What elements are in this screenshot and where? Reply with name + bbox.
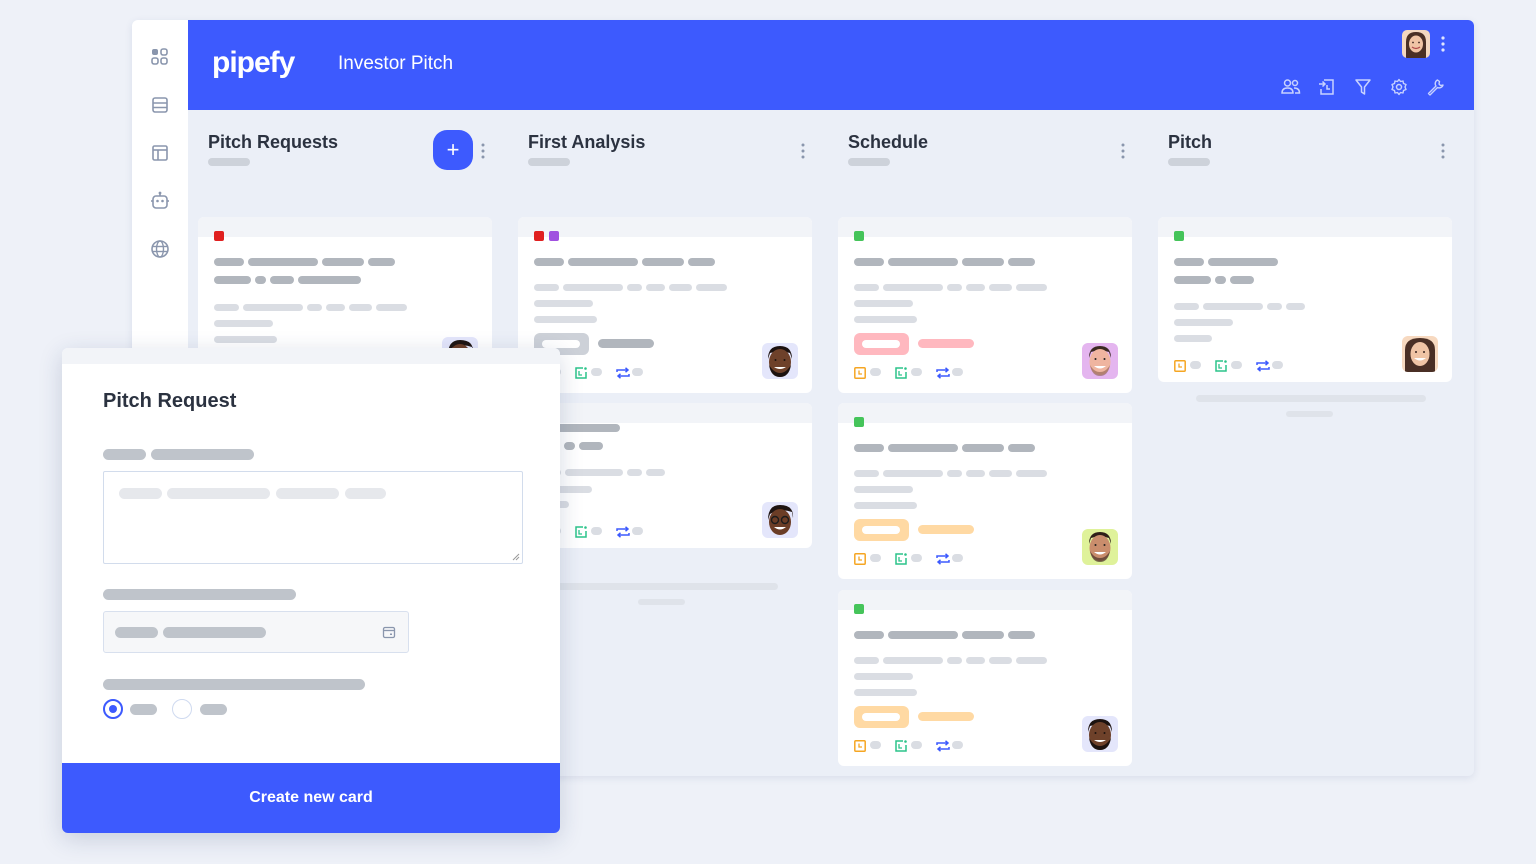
assignee-avatar: [762, 343, 798, 379]
add-card-button[interactable]: +: [433, 130, 473, 170]
field-label-placeholder: [103, 679, 365, 690]
phase-title: First Analysis: [528, 132, 646, 152]
card[interactable]: [518, 217, 812, 393]
card[interactable]: [518, 403, 812, 548]
tag: [854, 333, 909, 355]
user-avatar[interactable]: [1402, 30, 1430, 58]
globe-icon[interactable]: [149, 238, 171, 260]
card[interactable]: [838, 403, 1132, 579]
tag: [854, 706, 909, 728]
field-label-placeholder: [103, 449, 146, 460]
wrench-icon[interactable]: [1424, 76, 1446, 98]
phase-menu-icon[interactable]: [1440, 142, 1446, 160]
recurrence-icon: [1256, 359, 1270, 372]
form-title: Pitch Request: [103, 390, 237, 412]
assignee-avatar: [1082, 716, 1118, 752]
calendar-icon[interactable]: [382, 625, 396, 639]
apps-grid-icon[interactable]: [149, 46, 171, 68]
assignee-avatar: [1402, 336, 1438, 372]
due-date-icon: [854, 366, 866, 379]
tag: [854, 519, 909, 541]
due-date-icon: [854, 739, 866, 752]
phase-menu-icon[interactable]: [1120, 142, 1126, 160]
radio-option-1[interactable]: [103, 699, 123, 719]
checklist-icon: [895, 739, 907, 752]
phase-menu-icon[interactable]: [480, 142, 486, 160]
robot-icon[interactable]: [149, 190, 171, 212]
due-date-icon: [854, 552, 866, 565]
phase-count-placeholder: [1168, 158, 1210, 166]
card[interactable]: [838, 590, 1132, 766]
field-label-placeholder: [103, 589, 296, 600]
card[interactable]: [838, 217, 1132, 393]
resize-handle-icon[interactable]: [512, 553, 520, 561]
label-red: [214, 231, 224, 241]
checklist-icon: [895, 366, 907, 379]
date-field[interactable]: [103, 611, 409, 653]
phase-count-placeholder: [528, 158, 570, 166]
phase-count-placeholder: [208, 158, 250, 166]
assignee-avatar: [762, 502, 798, 538]
settings-icon[interactable]: [1388, 76, 1410, 98]
phase-menu-icon[interactable]: [800, 142, 806, 160]
label-green: [1174, 231, 1184, 241]
checklist-icon: [1215, 359, 1227, 372]
recurrence-icon: [616, 366, 630, 379]
card[interactable]: [1158, 217, 1452, 382]
checklist-icon: [895, 552, 907, 565]
database-icon[interactable]: [149, 94, 171, 116]
assignee-avatar: [1082, 343, 1118, 379]
create-new-card-button[interactable]: Create new card: [62, 763, 560, 833]
label-green: [854, 604, 864, 614]
recurrence-icon: [616, 525, 630, 538]
phase-title: Pitch Requests: [208, 132, 339, 152]
label-purple: [549, 231, 559, 241]
label-green: [854, 231, 864, 241]
label-green: [854, 417, 864, 427]
recurrence-icon: [936, 739, 950, 752]
recurrence-icon: [936, 366, 950, 379]
phase-count-placeholder: [848, 158, 890, 166]
layout-icon[interactable]: [149, 142, 171, 164]
filter-icon[interactable]: [1352, 76, 1374, 98]
checklist-icon: [575, 366, 587, 379]
recurrence-icon: [936, 552, 950, 565]
more-options-icon[interactable]: [1440, 35, 1446, 53]
load-more-placeholder: [548, 583, 778, 590]
pipe-title: Investor Pitch: [338, 53, 454, 74]
due-date-icon: [1174, 359, 1186, 372]
checklist-icon: [575, 525, 587, 538]
pipefy-logo[interactable]: pipefy: [212, 46, 295, 80]
label-red: [534, 231, 544, 241]
new-card-form: Pitch Request Create new card: [62, 348, 560, 833]
phase-title: Schedule: [848, 132, 929, 152]
description-textarea[interactable]: [103, 471, 523, 564]
radio-option-2[interactable]: [172, 699, 192, 719]
pipe-header: pipefy Investor Pitch: [188, 20, 1474, 110]
members-icon[interactable]: [1280, 76, 1302, 98]
import-icon[interactable]: [1316, 76, 1338, 98]
assignee-avatar: [1082, 529, 1118, 565]
load-more-placeholder: [1196, 395, 1426, 402]
phase-title: Pitch: [1168, 132, 1213, 152]
